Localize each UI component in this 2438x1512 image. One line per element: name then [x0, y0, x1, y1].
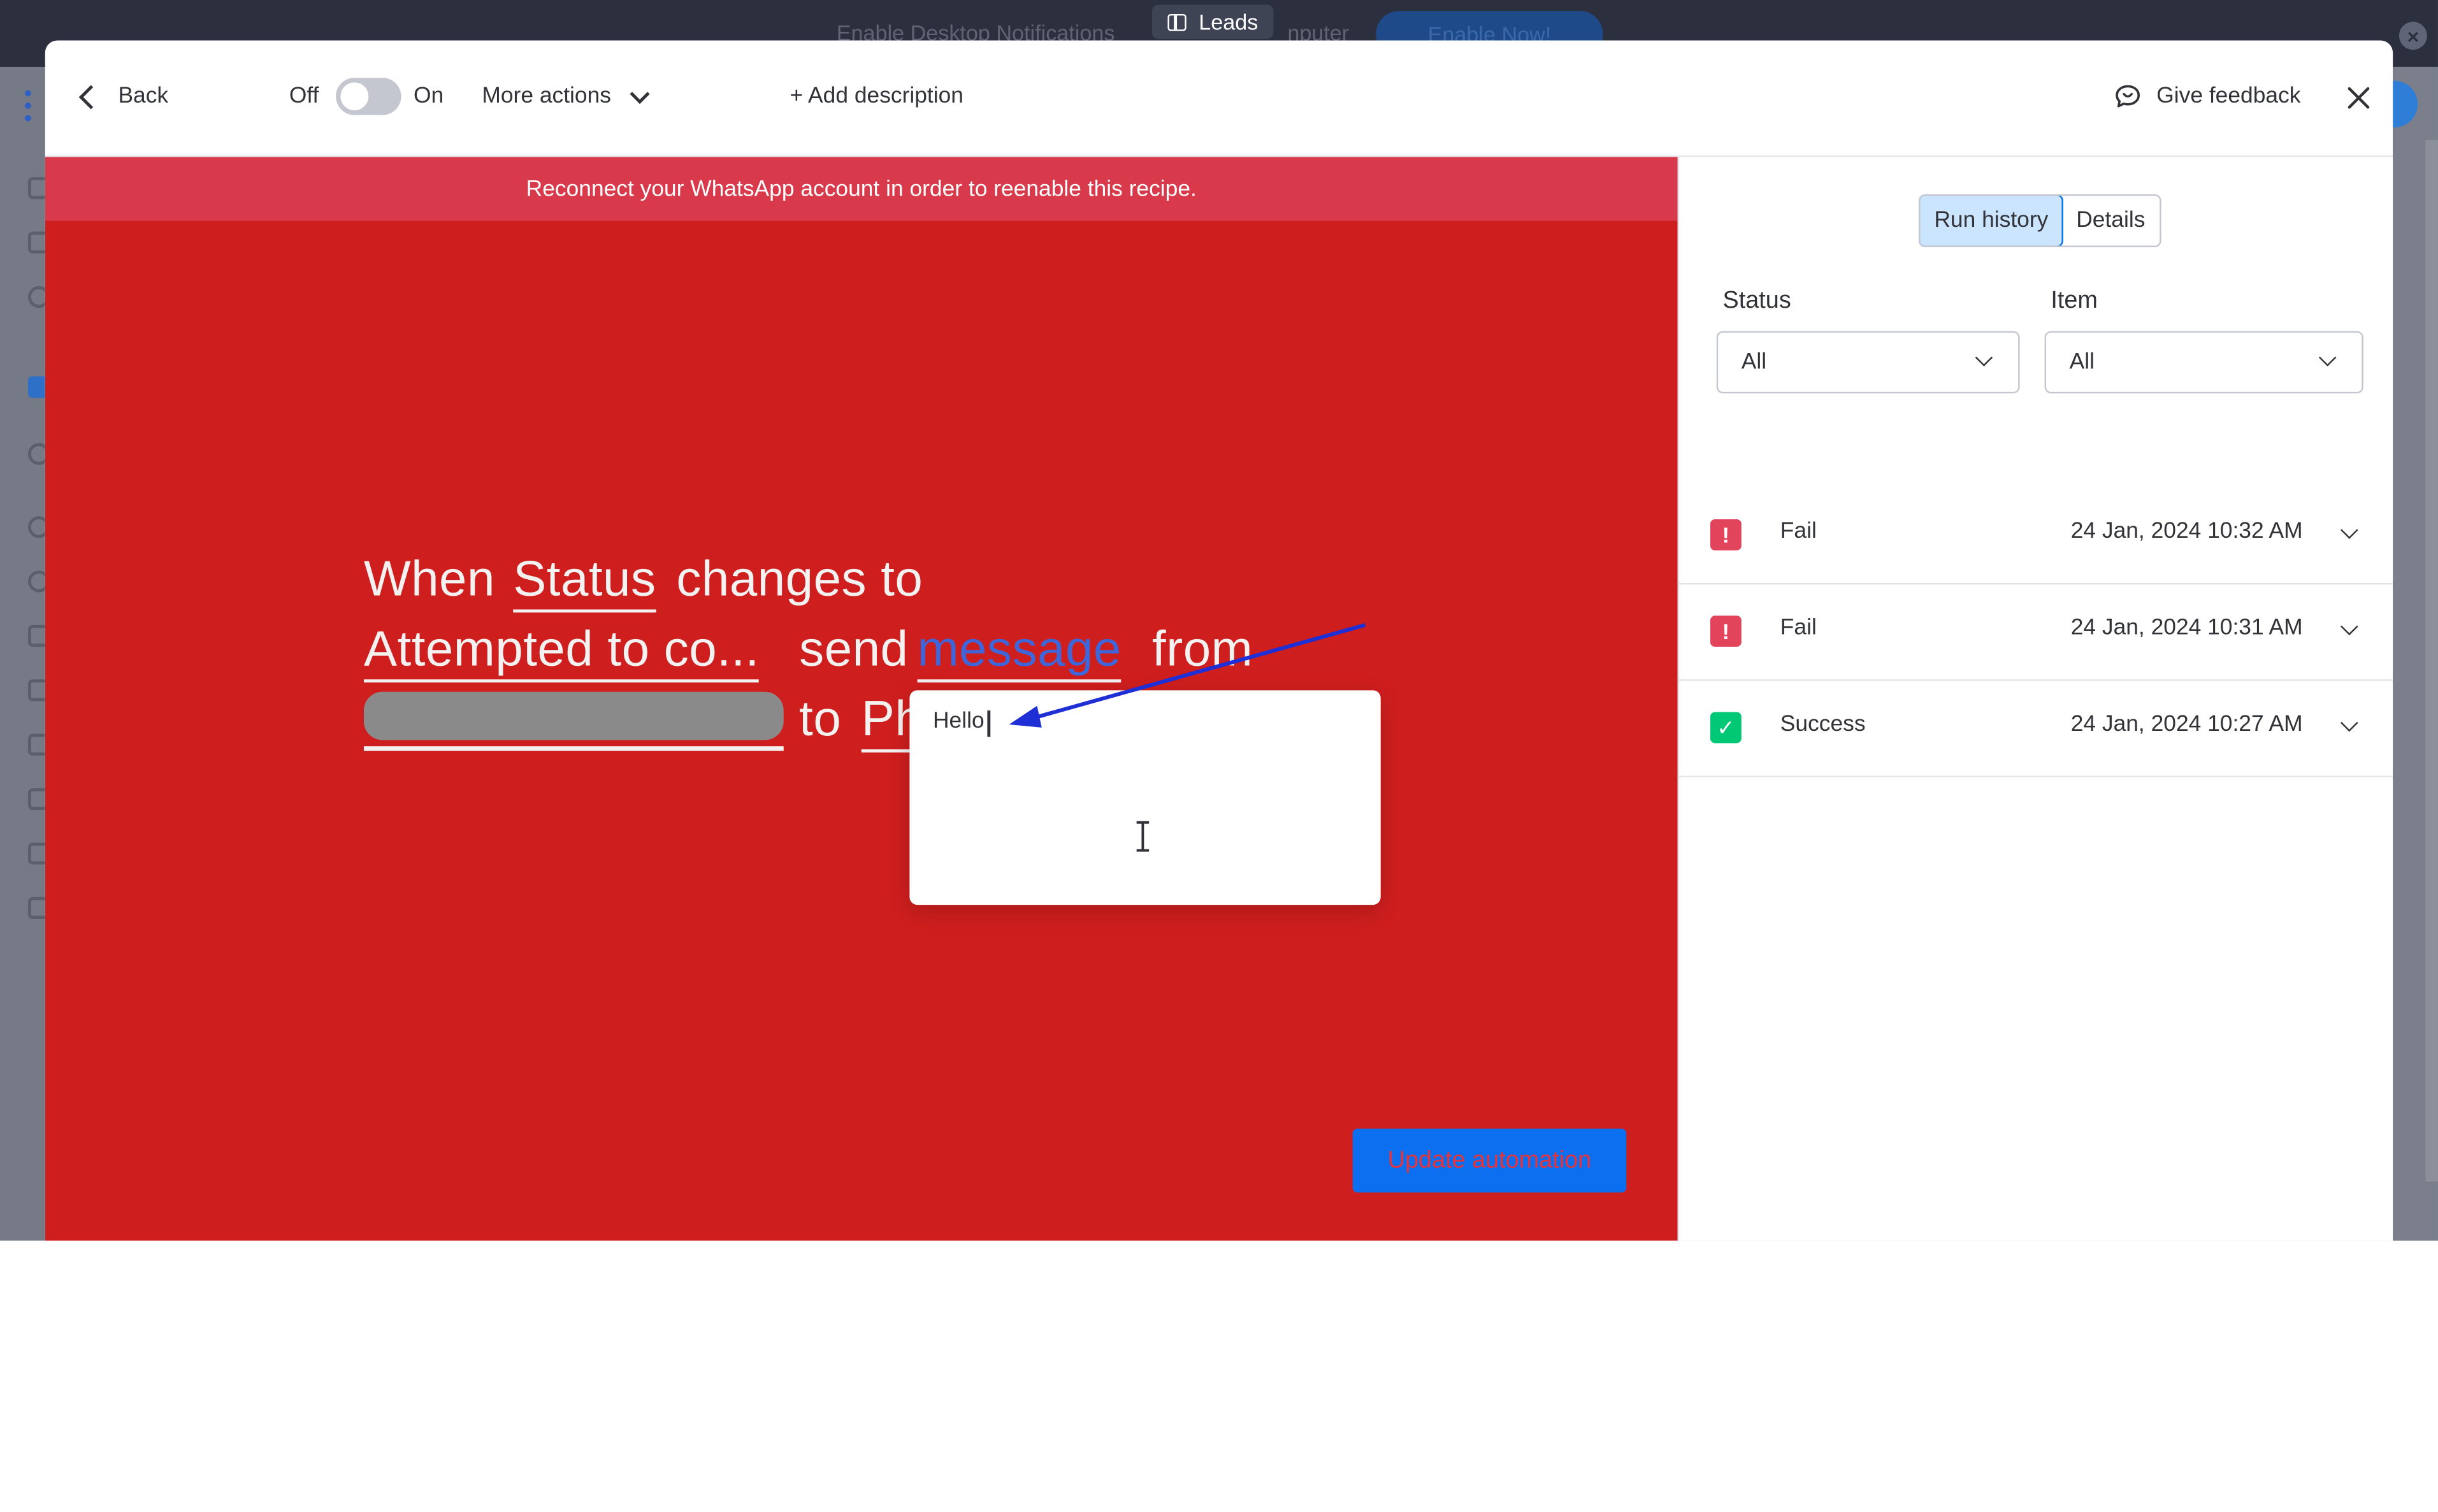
update-automation-button[interactable]: Update automation [1352, 1128, 1627, 1193]
chevron-down-icon [2318, 349, 2337, 367]
fail-icon: ! [1710, 616, 1742, 647]
chevron-down-icon[interactable] [2341, 521, 2358, 539]
sentence-when: When [363, 550, 495, 607]
status-filter-label: Status [1722, 287, 1791, 314]
close-icon[interactable] [2343, 82, 2374, 113]
status-value-field[interactable]: Attempted to co... [363, 621, 760, 683]
run-timestamp: 24 Jan, 2024 10:31 AM [2070, 616, 2303, 641]
sentence-from: from [1152, 620, 1253, 677]
sentence-changes-to: changes to [676, 550, 923, 607]
run-timestamp: 24 Jan, 2024 10:32 AM [2070, 519, 2303, 544]
chevron-down-icon[interactable] [2341, 617, 2358, 636]
run-timestamp: 24 Jan, 2024 10:27 AM [2070, 712, 2303, 737]
message-input[interactable]: Hello [933, 709, 985, 734]
reconnect-banner: Reconnect your WhatsApp account in order… [45, 157, 1678, 221]
fail-icon: ! [1710, 519, 1742, 551]
run-status: Fail [1780, 519, 1817, 544]
run-row[interactable]: ✓ Success 24 Jan, 2024 10:27 AM [1677, 679, 2393, 777]
chevron-down-icon[interactable] [2341, 714, 2358, 732]
success-check-icon: ✓ [1710, 712, 1742, 744]
run-row[interactable]: ! Fail 24 Jan, 2024 10:32 AM [1677, 487, 2393, 585]
sentence-to: to [799, 690, 842, 747]
sentence-send: send [799, 620, 909, 677]
redacted-account-field[interactable] [363, 691, 784, 740]
tab-run-history[interactable]: Run history [1920, 196, 2064, 246]
run-row[interactable]: ! Fail 24 Jan, 2024 10:31 AM [1677, 583, 2393, 681]
toggle-off-label: Off [289, 83, 319, 109]
automation-modal: Back Off On More actions + Add descripti… [45, 40, 2393, 1241]
toggle-knob[interactable] [340, 82, 369, 111]
run-status: Fail [1780, 616, 1817, 641]
item-filter-value: All [2069, 350, 2095, 375]
give-feedback-button[interactable]: Give feedback [2156, 84, 2300, 109]
chevron-down-icon [1975, 349, 1993, 367]
status-filter-dropdown[interactable]: All [1716, 331, 2020, 394]
screen: Enable Desktop Notifications nputer Enab… [0, 0, 2438, 1511]
status-filter-value: All [1741, 350, 1767, 375]
panel-tabs: Run history Details [1918, 194, 2161, 247]
text-cursor-icon [1136, 821, 1150, 852]
more-actions-button[interactable]: More actions [482, 84, 611, 109]
redacted-field-underline [363, 746, 784, 751]
feedback-icon[interactable] [2114, 84, 2140, 109]
message-field[interactable]: message [917, 621, 1122, 683]
item-filter-dropdown[interactable]: All [2044, 331, 2363, 394]
board-chip[interactable]: Leads [1152, 4, 1274, 40]
item-filter-label: Item [2051, 287, 2098, 314]
apps-grid-icon[interactable] [25, 90, 47, 122]
background-scrollbar[interactable] [2425, 140, 2438, 1182]
close-circle-icon[interactable]: × [2398, 22, 2427, 50]
board-name: Leads [1199, 9, 1259, 34]
text-caret [987, 710, 990, 737]
back-button[interactable]: Back [118, 84, 168, 109]
add-description-button[interactable]: + Add description [790, 84, 963, 109]
status-column-field[interactable]: Status [513, 551, 656, 613]
run-status: Success [1780, 712, 1866, 737]
board-panel-icon [1167, 13, 1187, 31]
toggle-on-label: On [414, 83, 444, 109]
tab-details[interactable]: Details [2062, 196, 2159, 245]
